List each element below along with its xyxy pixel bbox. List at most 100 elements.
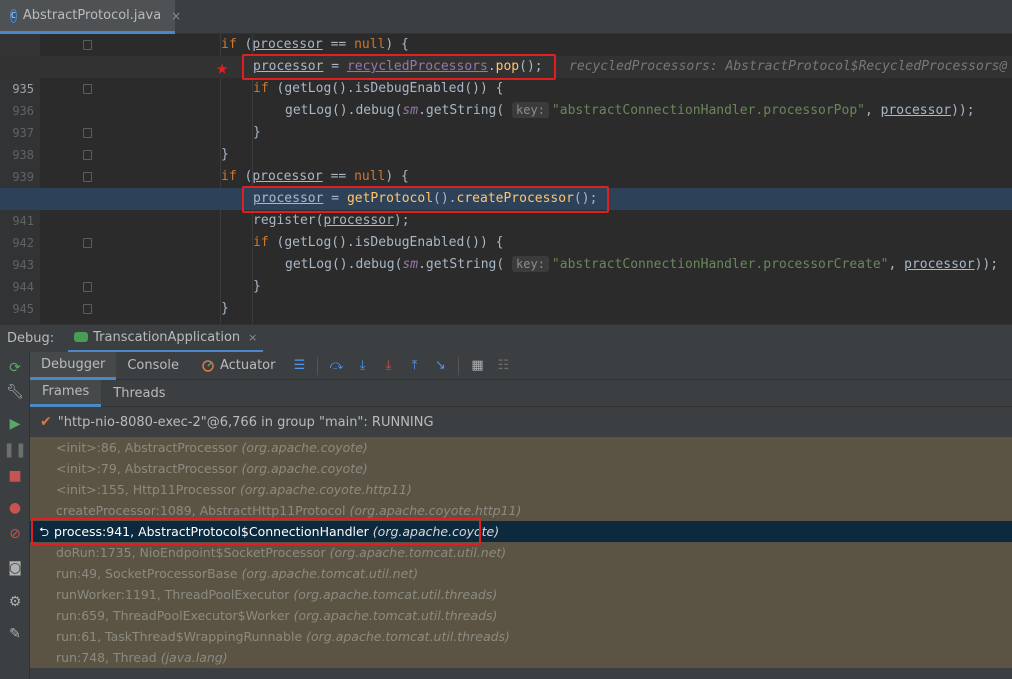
tab-actuator[interactable]: Actuator xyxy=(190,352,287,380)
highlight-box-line-935 xyxy=(242,54,556,80)
trace-current-stream-icon[interactable]: ☷ xyxy=(495,358,511,374)
stack-frame[interactable]: runWorker:1191, ThreadPoolExecutor (org.… xyxy=(30,584,1012,605)
step-over-icon[interactable]: ⤼ xyxy=(328,358,344,374)
code-line-945: 945 } xyxy=(0,276,1012,316)
fold-icon[interactable] xyxy=(83,40,92,50)
evaluate-expression-icon[interactable]: ▦ xyxy=(469,358,485,374)
code-token: register xyxy=(253,213,316,228)
code-token: "abstractConnectionHandler.processorCrea… xyxy=(551,257,889,272)
thread-label: "http-nio-8080-exec-2"@6,766 in group "m… xyxy=(57,414,434,430)
code-token: sm xyxy=(402,103,419,118)
code-token: processor xyxy=(904,257,975,272)
toolbar-separator xyxy=(458,356,460,375)
camera-icon[interactable]: ◙ xyxy=(7,560,23,576)
close-icon[interactable]: × xyxy=(171,9,181,23)
close-icon[interactable]: × xyxy=(248,331,257,344)
actuator-icon xyxy=(201,359,215,373)
stack-frame[interactable]: run:61, TaskThread$WrappingRunnable (org… xyxy=(30,626,1012,647)
code-token: if xyxy=(221,37,237,52)
tab-frames[interactable]: Frames xyxy=(30,379,102,407)
code-token: processor xyxy=(323,213,394,228)
force-step-into-icon[interactable]: ⤓ xyxy=(380,358,396,374)
fold-icon[interactable] xyxy=(83,238,92,248)
code-line-939: 939 } xyxy=(0,144,1012,184)
code-line-944: 944 getLog().debug(sm.getString( key: "ab… xyxy=(0,254,1012,294)
tab-title: AbstractProtocol.java xyxy=(22,8,162,23)
code-token: processor xyxy=(880,103,952,118)
step-out-icon[interactable]: ⤒ xyxy=(406,358,422,374)
stack-frame[interactable]: <init>:79, AbstractProcessor (org.apache… xyxy=(30,458,1012,479)
stop-icon[interactable]: ■ xyxy=(7,468,23,484)
toolbar-separator xyxy=(317,356,319,375)
code-line-942: 942 register(processor); xyxy=(0,210,1012,250)
code-token: getString xyxy=(425,257,497,272)
code-line-936: 936 if (getLog().isDebugEnabled()) { xyxy=(0,78,1012,118)
debugger-toolbar: Debugger Console Actuator ☰ ⤼ ⤓ ⤓ ⤒ ↘ ▦ … xyxy=(30,351,1012,380)
code-line-934: 934 if (processor == null) { xyxy=(0,34,1012,74)
code-line-938: 938 } xyxy=(0,122,1012,162)
thread-selector[interactable]: ✔ "http-nio-8080-exec-2"@6,766 in group … xyxy=(30,407,1012,437)
stack-frame[interactable]: run:49, SocketProcessorBase (org.apache.… xyxy=(30,563,1012,584)
code-token: if xyxy=(253,81,269,96)
stack-frame[interactable]: doRun:1735, NioEndpoint$SocketProcessor … xyxy=(30,542,1012,563)
code-editor[interactable]: 934 if (processor == null) { 935 process… xyxy=(0,34,1012,324)
highlight-box-line-941 xyxy=(242,186,609,213)
debug-side-toolbar: ⟳ 🔧︎ ▶ ❚❚ ■ ● ⊘ ◙ ⚙ ✎ xyxy=(0,352,30,679)
code-token: debug xyxy=(355,257,395,272)
class-icon: C xyxy=(10,8,17,23)
code-token: if xyxy=(253,235,269,250)
tab-run-configuration[interactable]: TranscationApplication × xyxy=(68,325,264,353)
debug-label: Debug: xyxy=(7,331,55,346)
debug-title-bar: Debug: TranscationApplication × xyxy=(0,324,1012,353)
code-token: processor xyxy=(252,169,323,184)
tab-threads[interactable]: Threads xyxy=(101,380,177,407)
stack-frames-list: <init>:86, AbstractProcessor (org.apache… xyxy=(30,437,1012,668)
fold-icon[interactable] xyxy=(83,128,92,138)
stack-frame[interactable]: <init>:86, AbstractProcessor (org.apache… xyxy=(30,437,1012,458)
fold-icon[interactable] xyxy=(83,84,92,94)
actuator-label: Actuator xyxy=(219,358,276,373)
stack-frame[interactable]: run:659, ThreadPoolExecutor$Worker (org.… xyxy=(30,605,1012,626)
fold-icon[interactable] xyxy=(83,304,92,314)
inline-debug-value: recycledProcessors: AbstractProtocol$Rec… xyxy=(569,59,1008,74)
code-line-946: 946 } xyxy=(0,298,1012,320)
code-line-943: 943 if (getLog().isDebugEnabled()) { xyxy=(0,232,1012,272)
tab-abstractprotocol-java[interactable]: C AbstractProtocol.java × xyxy=(0,0,181,34)
frames-panel-footer xyxy=(30,668,1012,679)
code-line-940: 940 if (processor == null) { xyxy=(0,166,1012,206)
code-token: if xyxy=(221,169,237,184)
fold-icon[interactable] xyxy=(83,150,92,160)
code-token: null xyxy=(354,169,386,184)
code-token: null xyxy=(354,37,386,52)
stack-frame[interactable]: run:748, Thread (java.lang) xyxy=(30,647,1012,668)
tab-debugger[interactable]: Debugger xyxy=(30,351,117,380)
show-execution-point-icon[interactable]: ☰ xyxy=(291,358,307,374)
gear-icon[interactable]: ⚙ xyxy=(7,594,23,610)
code-token: getLog xyxy=(284,235,332,250)
step-into-icon[interactable]: ⤓ xyxy=(354,358,370,374)
run-to-cursor-icon[interactable]: ↘ xyxy=(432,358,448,374)
code-token: "abstractConnectionHandler.processorPop" xyxy=(551,103,865,118)
view-breakpoints-icon[interactable]: ● xyxy=(7,500,23,516)
highlight-box-selected-frame xyxy=(31,518,481,545)
parameter-hint: key: xyxy=(512,256,549,272)
code-token: getString xyxy=(425,103,497,118)
code-line-937: 937 getLog().debug(sm.getString( key: "ab… xyxy=(0,100,1012,140)
frames-threads-tabs: Frames Threads xyxy=(30,379,1012,407)
resume-icon[interactable]: ▶ xyxy=(7,416,23,432)
wrench-icon[interactable]: 🔧︎ xyxy=(6,384,24,400)
pin-icon[interactable]: ✎ xyxy=(7,626,23,642)
star-icon: ★ xyxy=(216,55,229,79)
editor-tab-bar: C AbstractProtocol.java × xyxy=(0,0,1012,34)
rerun-icon[interactable]: ⟳ xyxy=(7,360,23,376)
fold-icon[interactable] xyxy=(83,282,92,292)
pause-icon[interactable]: ❚❚ xyxy=(3,442,26,458)
check-icon: ✔ xyxy=(40,414,52,430)
code-token: isDebugEnabled xyxy=(354,235,465,250)
stack-frame[interactable]: <init>:155, Http11Processor (org.apache.… xyxy=(30,479,1012,500)
tab-console[interactable]: Console xyxy=(116,352,190,380)
fold-icon[interactable] xyxy=(83,172,92,182)
code-token: debug xyxy=(355,103,395,118)
code-token: isDebugEnabled xyxy=(354,81,465,96)
mute-breakpoints-icon[interactable]: ⊘ xyxy=(7,526,23,542)
